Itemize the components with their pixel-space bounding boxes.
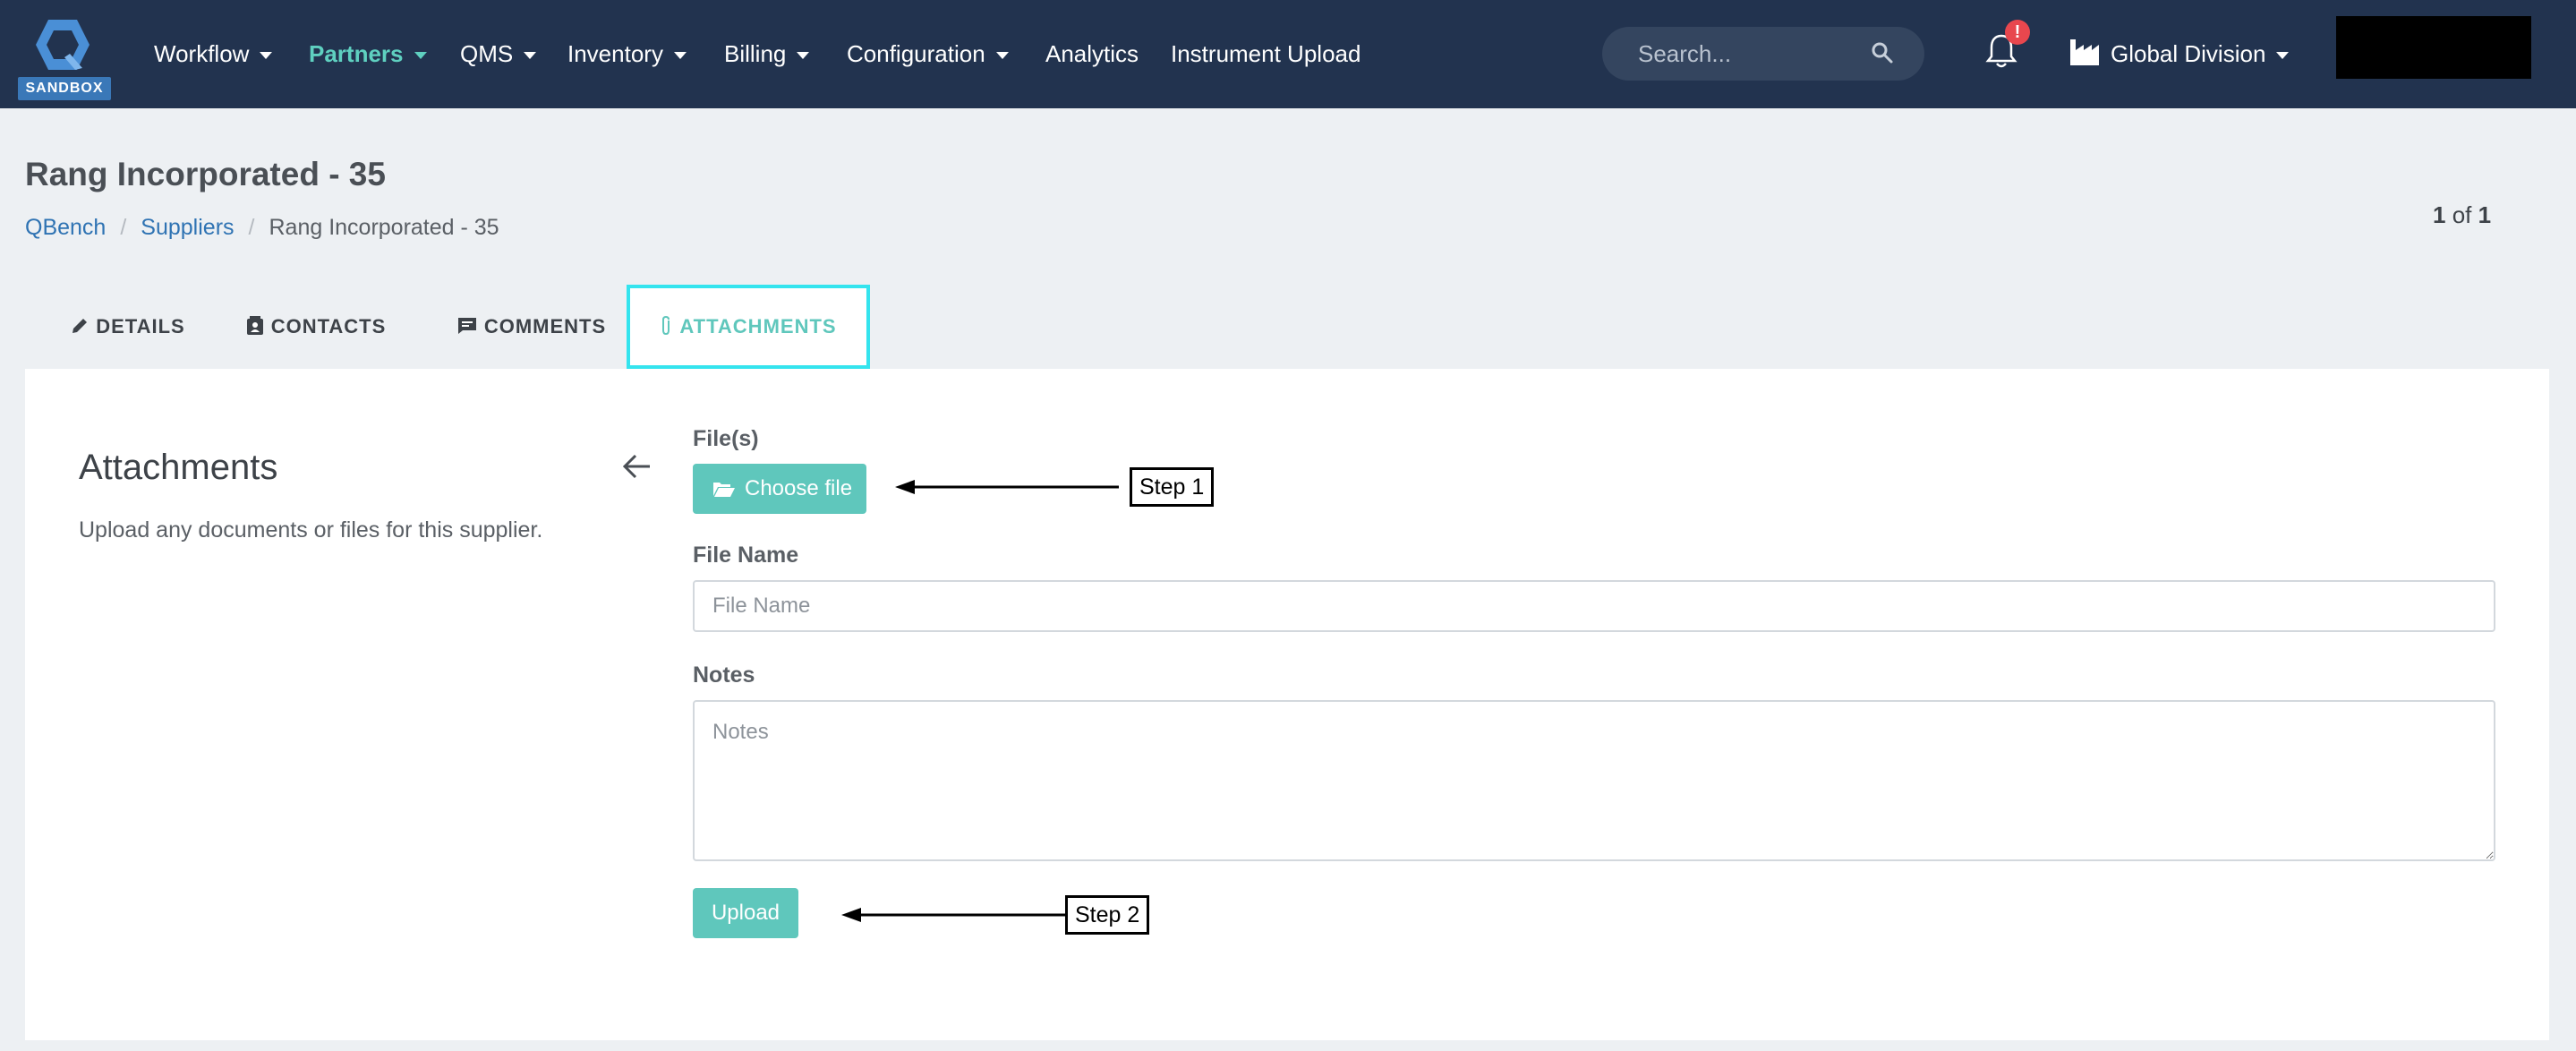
tab-details[interactable]: DETAILS [61,285,195,369]
tab-details-label: DETAILS [96,315,185,338]
caret-down-icon [2276,52,2290,60]
file-name-label: File Name [693,543,799,568]
nav-analytics[interactable]: Analytics [1045,36,1139,72]
file-name-input[interactable] [693,580,2495,632]
division-label: Global Division [2111,36,2290,72]
notes-label: Notes [693,662,755,688]
comment-icon [457,318,476,335]
caret-down-icon [524,52,537,60]
nav-inventory[interactable]: Inventory [567,36,687,72]
folder-open-icon [713,483,735,497]
pager-of: of [2452,201,2472,228]
caret-down-icon [414,52,427,60]
qbench-logo[interactable]: SANDBOX [18,18,111,100]
nav-instrument-upload[interactable]: Instrument Upload [1171,36,1361,72]
files-label: File(s) [693,426,759,451]
breadcrumb: QBench / Suppliers / Rang Incorporated - 35 [25,215,499,241]
breadcrumb-qbench[interactable]: QBench [25,215,106,240]
record-pager: 1 of 1 [2433,201,2491,229]
breadcrumb-current: Rang Incorporated - 35 [269,215,499,240]
logo-hexagon-icon [36,20,90,70]
section-description: Upload any documents or files for this s… [79,517,543,543]
nav-partners-label: Partners [309,40,404,67]
breadcrumb-suppliers[interactable]: Suppliers [141,215,234,240]
pager-total: 1 [2478,201,2492,228]
search-bar [1602,27,1924,81]
tab-attachments[interactable]: ATTACHMENTS [627,285,870,369]
tab-attachments-label: ATTACHMENTS [679,315,837,338]
search-input[interactable] [1638,36,1871,72]
tab-comments[interactable]: COMMENTS [442,285,621,369]
notification-badge: ! [2005,20,2030,45]
nav-workflow[interactable]: Workflow [154,36,273,72]
nav-billing-label: Billing [724,40,787,67]
nav-billing[interactable]: Billing [724,36,810,72]
nav-workflow-label: Workflow [154,40,250,67]
notes-textarea[interactable] [693,700,2495,861]
choose-file-label: Choose file [745,476,853,500]
pager-current: 1 [2433,201,2446,228]
arrow-left-icon[interactable] [621,453,652,480]
tab-comments-label: COMMENTS [483,315,607,338]
breadcrumb-separator: / [120,215,127,240]
caret-down-icon [673,52,687,60]
section-title: Attachments [79,448,278,487]
step1-annotation: Step 1 [1130,467,1215,507]
nav-inventory-label: Inventory [567,40,663,67]
page-title: Rang Incorporated - 35 [25,156,386,192]
step1-arrow-icon [895,480,1119,494]
record-tabs: DETAILS CONTACTS COMMENTS ATTACHMENTS [25,285,2549,369]
caret-down-icon [995,52,1009,60]
nav-qms-label: QMS [460,40,514,67]
tab-contacts-label: CONTACTS [270,315,387,338]
caret-down-icon [260,52,273,60]
attachments-panel: Attachments Upload any documents or file… [25,369,2549,1040]
top-navbar: SANDBOX Workflow Partners QMS Inventory … [0,0,2576,108]
upload-button[interactable]: Upload [693,888,798,938]
search-icon[interactable] [1871,41,1894,64]
user-menu-redacted[interactable] [2336,16,2531,79]
contact-card-icon [246,316,263,336]
pencil-icon [73,319,88,334]
nav-partners[interactable]: Partners [309,36,427,72]
breadcrumb-separator: / [248,215,255,240]
step2-annotation: Step 2 [1065,895,1150,935]
caret-down-icon [797,52,810,60]
tab-contacts[interactable]: CONTACTS [240,285,392,369]
nav-configuration-label: Configuration [847,40,985,67]
sandbox-badge: SANDBOX [18,77,111,100]
step2-arrow-icon [841,908,1065,922]
paperclip-icon [662,316,670,336]
factory-icon [2070,39,2099,65]
choose-file-button[interactable]: Choose file [693,464,866,514]
nav-qms[interactable]: QMS [460,36,537,72]
nav-configuration[interactable]: Configuration [847,36,1009,72]
